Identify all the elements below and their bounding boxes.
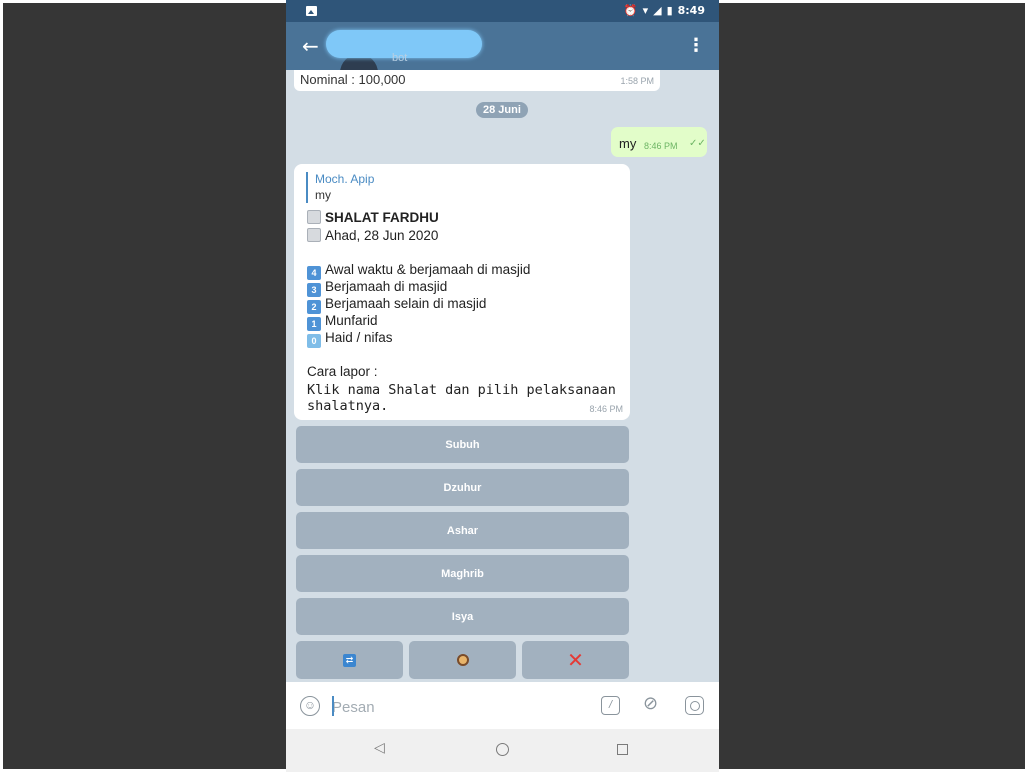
emoji-icon[interactable]: ☺ xyxy=(300,696,320,716)
phone-screen: ⏰ ▾ ◢ ▮ 8:49 ← bot ⋮ Nominal : 100,000 1… xyxy=(286,0,719,772)
option-label: Haid / nifas xyxy=(325,330,393,345)
message-time: 1:58 PM xyxy=(620,76,654,86)
person-icon xyxy=(456,654,469,666)
inline-button-ashar[interactable]: Ashar xyxy=(296,512,629,549)
read-check-icon: ✓✓ xyxy=(689,138,706,149)
chat-area[interactable]: Nominal : 100,000 1:58 PM 28 Juni my 8:4… xyxy=(286,70,719,682)
keycap-0-icon: 0 xyxy=(307,334,321,348)
inline-button-swap[interactable]: ⇄ xyxy=(296,641,403,679)
chat-header: ← bot ⋮ xyxy=(286,22,719,92)
status-bar: ⏰ ▾ ◢ ▮ 8:49 xyxy=(286,0,719,22)
back-arrow-icon[interactable]: ← xyxy=(302,34,319,58)
status-time: 8:49 xyxy=(677,4,705,17)
message-text: Nominal : 100,000 xyxy=(300,72,406,87)
message-input-bar: ☺ / ⊘ xyxy=(286,682,719,729)
option-line: 3 Berjamaah di masjid xyxy=(307,279,447,297)
keycap-4-icon: 4 xyxy=(307,266,321,280)
option-line: 4 Awal waktu & berjamaah di masjid xyxy=(307,262,530,280)
instruction-line: Klik nama Shalat dan pilih pelaksanaan xyxy=(307,382,616,398)
option-label: Munfarid xyxy=(325,313,378,328)
calendar-icon xyxy=(307,210,321,224)
instruction-label: Cara lapor : xyxy=(307,364,378,379)
attach-icon[interactable]: ⊘ xyxy=(643,693,658,714)
message-date-line: Ahad, 28 Jun 2020 xyxy=(307,228,438,243)
camera-icon[interactable] xyxy=(685,696,704,715)
inline-button-subuh[interactable]: Subuh xyxy=(296,426,629,463)
gallery-icon xyxy=(306,6,317,16)
keycap-1-icon: 1 xyxy=(307,317,321,331)
alarm-icon: ⏰ xyxy=(623,4,638,17)
keycap-3-icon: 3 xyxy=(307,283,321,297)
reply-author: Moch. Apip xyxy=(315,172,375,186)
calendar-icon xyxy=(307,228,321,242)
nav-home-icon[interactable] xyxy=(496,743,509,756)
signal-icon: ◢ xyxy=(653,4,662,17)
nav-back-icon[interactable]: ◁ xyxy=(374,740,385,756)
close-icon: ✕ xyxy=(567,648,584,672)
reply-preview[interactable]: Moch. Apip my xyxy=(306,172,374,203)
inline-button-maghrib[interactable]: Maghrib xyxy=(296,555,629,592)
wifi-icon: ▾ xyxy=(642,4,649,17)
message-date: Ahad, 28 Jun 2020 xyxy=(325,228,439,243)
message-time: 8:46 PM xyxy=(644,141,678,151)
option-label: Berjamaah di masjid xyxy=(325,279,448,294)
message-title-line: SHALAT FARDHU xyxy=(307,210,439,225)
swap-icon: ⇄ xyxy=(343,653,356,667)
bot-command-icon[interactable]: / xyxy=(601,696,620,715)
message-bubble-outgoing[interactable]: my 8:46 PM ✓✓ xyxy=(611,127,707,157)
message-input[interactable] xyxy=(332,696,532,718)
option-label: Awal waktu & berjamaah di masjid xyxy=(325,262,531,277)
message-title: SHALAT FARDHU xyxy=(325,210,439,225)
inline-button-close[interactable]: ✕ xyxy=(522,641,629,679)
inline-button-person[interactable] xyxy=(409,641,516,679)
inline-button-isya[interactable]: Isya xyxy=(296,598,629,635)
battery-icon: ▮ xyxy=(666,4,673,17)
keycap-2-icon: 2 xyxy=(307,300,321,314)
option-line: 0 Haid / nifas xyxy=(307,330,393,348)
instruction-line: shalatnya. xyxy=(307,398,389,414)
option-line: 2 Berjamaah selain di masjid xyxy=(307,296,486,314)
chat-subtitle: bot xyxy=(392,52,408,64)
status-icons: ⏰ ▾ ◢ ▮ 8:49 xyxy=(624,3,705,19)
date-separator: 28 Juni xyxy=(476,102,528,118)
message-bubble-incoming[interactable]: Nominal : 100,000 1:58 PM xyxy=(294,70,660,91)
text-caret xyxy=(332,696,334,716)
android-nav-bar: ◁ xyxy=(286,729,719,772)
message-text: my xyxy=(619,136,637,151)
more-menu-icon[interactable]: ⋮ xyxy=(687,34,705,58)
option-line: 1 Munfarid xyxy=(307,313,378,331)
inline-button-dzuhur[interactable]: Dzuhur xyxy=(296,469,629,506)
reply-text: my xyxy=(315,188,331,202)
message-time: 8:46 PM xyxy=(589,404,623,414)
option-label: Berjamaah selain di masjid xyxy=(325,296,487,311)
message-bubble-bot[interactable]: Moch. Apip my SHALAT FARDHU Ahad, 28 Jun… xyxy=(294,164,630,420)
nav-recents-icon[interactable] xyxy=(617,744,628,755)
